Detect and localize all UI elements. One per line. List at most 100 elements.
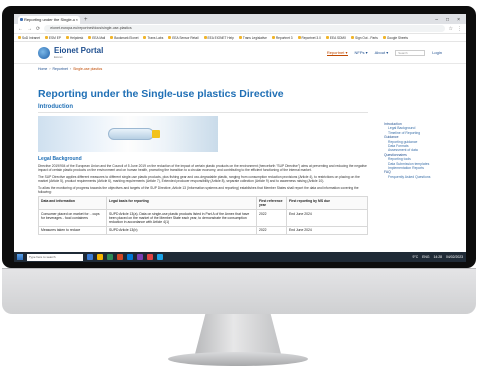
table-cell: End June 2024 bbox=[286, 209, 368, 227]
new-tab-button[interactable]: + bbox=[84, 16, 88, 24]
table-cell: Measures taken to reduce bbox=[38, 225, 107, 236]
bookmark-item[interactable]: Bookmark Eionet bbox=[110, 36, 138, 40]
bookmark-item[interactable]: Helpdesk bbox=[65, 35, 84, 40]
portal-name[interactable]: Eionet Portal bbox=[54, 46, 103, 55]
paragraph: To allow the monitoring of progress towa… bbox=[38, 185, 359, 195]
bookmark-item[interactable]: EEA Mail bbox=[88, 36, 105, 40]
table-header-row: Data and information Legal basis for rep… bbox=[38, 196, 368, 211]
paragraph: The SUP Directive applies different meas… bbox=[38, 174, 360, 184]
clock-time[interactable]: 14:28 bbox=[434, 255, 443, 259]
portal-subtitle: Eionet bbox=[54, 55, 63, 59]
taskbar-app-icon[interactable] bbox=[107, 254, 113, 260]
bookmark-icon bbox=[110, 36, 114, 39]
monitor-chin bbox=[2, 268, 476, 314]
language-indicator[interactable]: ENG bbox=[422, 255, 429, 259]
url-field[interactable]: eionet.europa.eu/reportnet/docs/single-u… bbox=[44, 25, 445, 32]
breadcrumb-home[interactable]: Home bbox=[38, 67, 47, 71]
bookmark-label: EEA EIONET Help bbox=[207, 35, 234, 40]
column-header: Legal basis for reporting bbox=[106, 196, 257, 211]
nav-reportnet[interactable]: Reportnet ▾ bbox=[326, 50, 348, 56]
table-cell: Consumer placed on market for: - cups fo… bbox=[38, 209, 107, 227]
bookmark-label: EEA Mail bbox=[92, 35, 106, 40]
maximize-button[interactable]: □ bbox=[446, 16, 449, 24]
menu-dots-icon[interactable]: ⋮ bbox=[457, 26, 462, 32]
table-cell: End June 2024 bbox=[286, 225, 368, 236]
close-window-button[interactable]: × bbox=[457, 16, 460, 24]
screen: Reporting under the Single-u × + – □ × ←… bbox=[14, 14, 466, 262]
monitor-stand-neck bbox=[195, 314, 281, 354]
column-header: Data and information bbox=[38, 196, 107, 211]
bookmark-item[interactable]: SoD Intranet bbox=[18, 36, 40, 40]
bookmark-item[interactable]: ESM EP bbox=[44, 35, 61, 40]
bookmark-item[interactable]: Google Sheets bbox=[382, 35, 408, 40]
bookmark-label: Helpdesk bbox=[69, 35, 84, 40]
taskbar-search-input[interactable]: Type here to search bbox=[27, 253, 83, 261]
taskbar-app-icon[interactable] bbox=[87, 254, 93, 260]
taskbar-app-icon[interactable] bbox=[117, 254, 123, 260]
table-row: Consumer placed on market for: - cups fo… bbox=[38, 209, 368, 227]
bookmark-icon bbox=[88, 36, 92, 39]
introduction-heading: Introduction bbox=[38, 104, 368, 113]
taskbar-app-icon[interactable] bbox=[147, 254, 153, 260]
bookmark-label: SoD Intranet bbox=[22, 35, 40, 40]
nav-about[interactable]: About ▾ bbox=[375, 50, 389, 55]
bookmark-label: Google Sheets bbox=[386, 35, 408, 40]
bookmark-item[interactable]: EEA SDMX bbox=[325, 36, 346, 40]
bookmark-icon bbox=[351, 36, 355, 39]
login-link[interactable]: Login bbox=[432, 50, 442, 55]
breadcrumb-separator: › bbox=[69, 67, 72, 71]
bookmark-icon bbox=[271, 36, 275, 39]
bookmark-item[interactable]: EEA Sensor Retail bbox=[168, 36, 199, 40]
bookmark-label: Sign Out - Parts bbox=[355, 35, 378, 40]
bookmark-label: ESM EP bbox=[48, 35, 61, 40]
back-arrow-icon[interactable]: ← bbox=[18, 26, 23, 32]
taskbar-app-icon[interactable] bbox=[97, 254, 103, 260]
site-nav: Reportnet ▾ NFPs ▾ About ▾ Search Login bbox=[326, 49, 442, 56]
forward-arrow-icon[interactable]: → bbox=[27, 26, 32, 32]
favicon-icon bbox=[20, 18, 23, 21]
bookmark-item[interactable]: Reportnet 3.0 bbox=[297, 36, 321, 40]
bookmark-item[interactable]: Trans Legislative bbox=[238, 35, 267, 40]
bookmark-label: Bookmark Eionet bbox=[114, 35, 139, 40]
nav-nfps[interactable]: NFPs ▾ bbox=[355, 50, 368, 55]
bookmark-icon bbox=[297, 36, 301, 39]
reload-icon[interactable]: ⟳ bbox=[36, 26, 40, 32]
breadcrumb-reportnet[interactable]: Reportnet bbox=[53, 67, 68, 71]
taskbar-app-icon[interactable] bbox=[137, 254, 143, 260]
reporting-table: Data and information Legal basis for rep… bbox=[38, 196, 368, 236]
site-search-input[interactable]: Search bbox=[395, 49, 426, 56]
site-header: Eionet Portal Eionet Reportnet ▾ NFPs ▾ … bbox=[14, 42, 466, 64]
table-cell: 2022 bbox=[256, 225, 287, 236]
portal-brand: Eionet Portal Eionet bbox=[54, 46, 103, 59]
windows-start-icon[interactable] bbox=[17, 254, 23, 260]
bookmark-label: Reportnet 3 bbox=[275, 35, 293, 40]
clock-date[interactable]: 04/02/2023 bbox=[446, 255, 463, 259]
browser-tab[interactable]: Reporting under the Single-u × bbox=[18, 16, 80, 24]
close-tab-icon[interactable]: × bbox=[76, 16, 78, 24]
taskbar-app-icon[interactable] bbox=[157, 254, 163, 260]
bookmark-item[interactable]: Sign Out - Parts bbox=[351, 36, 378, 40]
star-icon[interactable]: ☆ bbox=[449, 26, 453, 32]
toc-item[interactable]: Frequently Asked Questions bbox=[384, 175, 448, 179]
weather-temperature[interactable]: 9°C bbox=[412, 255, 418, 259]
bookmark-icon bbox=[143, 36, 147, 39]
bookmark-item[interactable]: Trans Labs bbox=[143, 36, 163, 40]
plastic-bottle-image bbox=[108, 128, 154, 140]
table-cell: SUPD Article 13(a). Data on single-use p… bbox=[106, 209, 257, 227]
bookmark-item[interactable]: EEA EIONET Help bbox=[203, 35, 234, 40]
bookmark-icon bbox=[18, 36, 21, 39]
bookmark-icon bbox=[65, 36, 69, 39]
breadcrumb-separator: › bbox=[49, 67, 51, 71]
bookmark-label: Trans Legislative bbox=[242, 35, 267, 40]
browser-tab-bar: Reporting under the Single-u × + – □ × bbox=[14, 14, 466, 24]
bookmark-item[interactable]: Reportnet 3 bbox=[271, 35, 293, 40]
breadcrumb-current: Single-use plastics bbox=[73, 67, 103, 71]
main-content: Reporting under the Single-use plastics … bbox=[38, 88, 368, 236]
minimize-button[interactable]: – bbox=[435, 16, 438, 24]
legal-background-heading: Legal Background bbox=[38, 156, 82, 162]
bookmark-icon bbox=[203, 36, 207, 39]
window-controls: – □ × bbox=[435, 16, 466, 24]
taskbar-app-icon[interactable] bbox=[127, 254, 133, 260]
eionet-logo-icon[interactable] bbox=[38, 46, 50, 59]
table-row: Measures taken to reduce SUPD Article 13… bbox=[38, 225, 368, 236]
